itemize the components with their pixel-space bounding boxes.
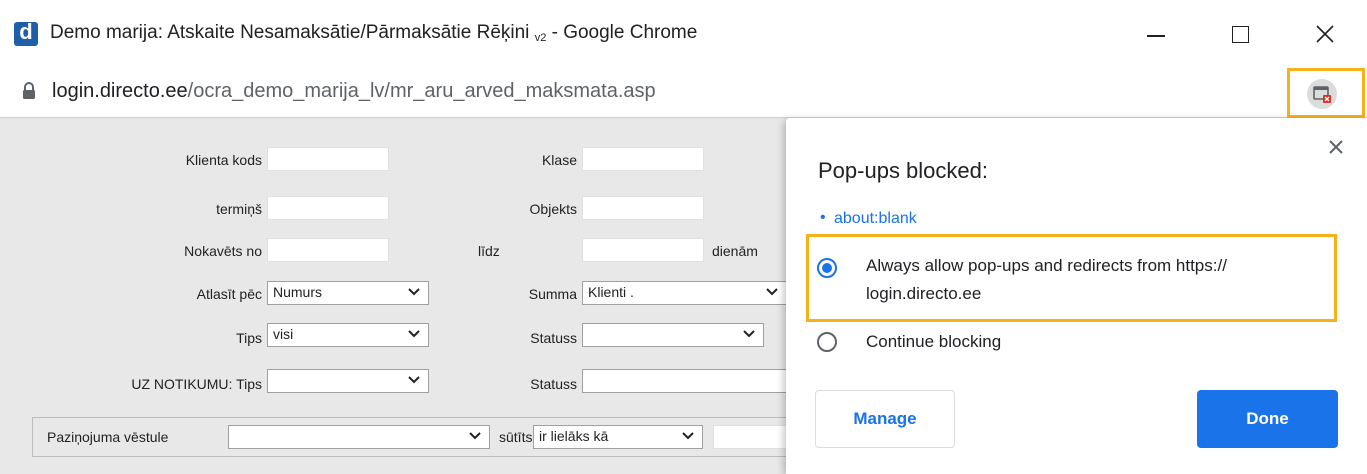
klase-input[interactable] — [582, 147, 704, 171]
objekts-input[interactable] — [582, 196, 704, 220]
sutits-select[interactable]: ir lielāks kā — [533, 425, 703, 449]
minimize-button[interactable] — [1115, 0, 1195, 68]
klienta-kods-input[interactable] — [267, 147, 389, 171]
label-objekts: Objekts — [529, 201, 577, 217]
lock-icon[interactable] — [22, 82, 36, 100]
statuss-2-select[interactable] — [582, 369, 787, 393]
blocked-popup-link[interactable]: about:blank — [820, 209, 917, 228]
always-allow-label[interactable]: Always allow pop-ups and redirects from … — [866, 252, 1227, 308]
label-nokavets-no: Nokavēts no — [184, 243, 262, 259]
label-summa: Summa — [528, 286, 577, 302]
label-klienta-kods: Klienta kods — [185, 152, 262, 168]
chevron-down-icon — [469, 432, 481, 440]
atlasit-pec-select[interactable]: Numurs — [267, 281, 429, 305]
url-text[interactable]: login.directo.ee/ocra_demo_marija_lv/mr_… — [52, 80, 656, 103]
label-lidz: līdz — [478, 243, 500, 259]
notification-filter-row: Paziņojuma vēstule sūtīts ir lielāks kā — [32, 417, 792, 457]
manage-button[interactable]: Manage — [815, 390, 955, 448]
close-window-button[interactable] — [1285, 0, 1365, 68]
maximize-button[interactable] — [1200, 0, 1280, 68]
termins-input[interactable] — [267, 196, 389, 220]
label-dienam: dienām — [712, 243, 758, 259]
chevron-down-icon — [408, 288, 420, 296]
label-klase: Klase — [541, 152, 577, 168]
chevron-down-icon — [408, 330, 420, 338]
dialog-title: Pop-ups blocked: — [818, 158, 988, 183]
continue-blocking-radio[interactable] — [817, 332, 837, 352]
address-bar[interactable]: login.directo.ee/ocra_demo_marija_lv/mr_… — [0, 68, 1367, 118]
nokavets-no-input[interactable] — [267, 238, 389, 262]
done-button[interactable]: Done — [1197, 390, 1338, 448]
pazinojuma-vestule-select[interactable] — [228, 425, 490, 449]
sutits-value-input[interactable] — [713, 425, 791, 449]
dialog-close-button[interactable] — [1323, 134, 1351, 162]
tips-select[interactable]: visi — [267, 323, 429, 347]
chevron-down-icon — [682, 432, 694, 440]
chevron-down-icon — [408, 376, 420, 384]
uz-notikumu-tips-select[interactable] — [267, 369, 429, 393]
lidz-input[interactable] — [582, 238, 704, 262]
sutits-value: ir lielāks kā — [539, 428, 609, 444]
label-statuss: Statuss — [530, 330, 577, 346]
summa-value: Klienti . — [588, 284, 634, 300]
statuss-select[interactable] — [582, 323, 764, 347]
popup-blocked-icon — [1307, 79, 1337, 109]
popup-blocked-indicator[interactable] — [1287, 68, 1365, 118]
label-sutits: sūtīts — [499, 429, 533, 445]
directo-app-icon — [14, 19, 38, 46]
summa-select[interactable]: Klienti . — [582, 281, 787, 305]
close-icon — [1329, 140, 1343, 154]
window-title-bar: Demo marija: Atskaite Nesamaksātie/Pārma… — [0, 0, 1367, 68]
label-uz-notikumu-tips: UZ NOTIKUMU: Tips — [131, 376, 262, 392]
chevron-down-icon — [766, 288, 778, 296]
label-pazinojuma-vestule: Paziņojuma vēstule — [47, 429, 169, 445]
continue-blocking-label[interactable]: Continue blocking — [866, 328, 1001, 356]
label-tips: Tips — [236, 330, 262, 346]
window-title: Demo marija: Atskaite Nesamaksātie/Pārma… — [50, 22, 698, 44]
popups-blocked-dialog: Pop-ups blocked: about:blank Always allo… — [786, 118, 1367, 474]
label-atlasit-pec: Atlasīt pēc — [196, 286, 262, 302]
label-statuss-2: Statuss — [530, 376, 577, 392]
atlasit-pec-value: Numurs — [273, 284, 323, 300]
label-termins: termiņš — [216, 201, 262, 217]
close-icon — [1316, 25, 1334, 43]
chevron-down-icon — [743, 330, 755, 338]
tips-value: visi — [273, 326, 294, 342]
always-allow-radio[interactable] — [817, 258, 837, 278]
